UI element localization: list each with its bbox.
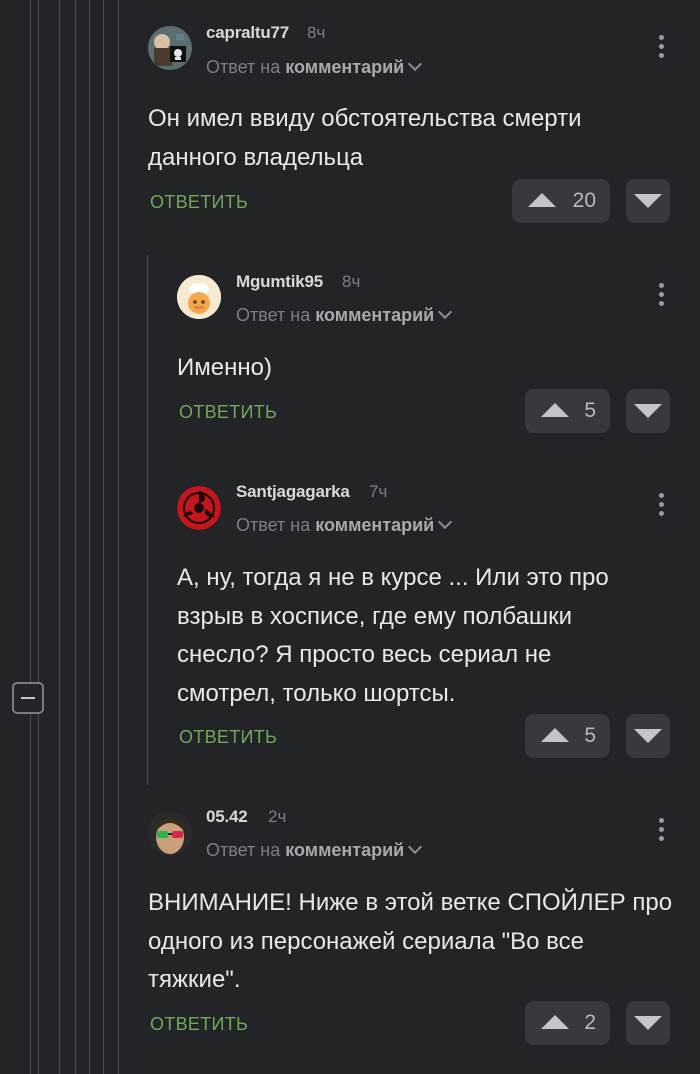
reply-button[interactable]: ОТВЕТИТЬ: [179, 402, 277, 423]
comment-text: Он имел ввиду обстоятельства смерти данн…: [148, 105, 582, 171]
more-options-icon[interactable]: [659, 35, 665, 63]
sunglasses-avatar-icon: [148, 811, 192, 855]
upvote-button[interactable]: 2: [525, 1001, 610, 1045]
thread-line: [75, 0, 76, 1074]
avatar[interactable]: [148, 26, 192, 70]
chef-avatar-icon: [177, 275, 221, 319]
comment-text: ВНИМАНИЕ! Ниже в этой ветке СПОЙЛЕР про …: [148, 889, 673, 993]
comment-time: 8ч: [307, 23, 326, 42]
chevron-down-icon: [438, 514, 453, 530]
rating-count: 2: [584, 1011, 596, 1034]
thread-line: [103, 0, 104, 1074]
avatar[interactable]: [177, 275, 221, 319]
upvote-button[interactable]: 5: [525, 714, 610, 758]
arrow-up-icon: [541, 1015, 569, 1029]
arrow-up-icon: [528, 193, 556, 207]
rating-count: 20: [572, 189, 596, 212]
comment-time: 8ч: [342, 272, 361, 291]
reply-to-prefix: Ответ на: [236, 515, 311, 535]
more-options-icon[interactable]: [659, 493, 665, 521]
arrow-down-icon: [634, 404, 662, 418]
thread-line: [30, 714, 31, 1074]
arrow-down-icon: [634, 729, 662, 743]
reply-button[interactable]: ОТВЕТИТЬ: [150, 1014, 248, 1035]
reply-to-prefix: Ответ на: [236, 305, 311, 325]
downvote-button[interactable]: [626, 389, 670, 433]
reply-button[interactable]: ОТВЕТИТЬ: [179, 727, 277, 748]
downvote-button[interactable]: [626, 1001, 670, 1045]
rating-count: 5: [584, 399, 596, 422]
avatar[interactable]: [177, 486, 221, 530]
chevron-down-icon: [408, 839, 423, 855]
downvote-button[interactable]: [626, 179, 670, 223]
skull-avatar-icon: [148, 26, 192, 70]
arrow-up-icon: [541, 403, 569, 417]
more-options-icon[interactable]: [659, 818, 665, 846]
reply-to-link[interactable]: Ответ на комментарий: [236, 514, 453, 536]
downvote-button[interactable]: [626, 714, 670, 758]
comment-text: Именно): [177, 354, 272, 381]
chevron-down-icon: [438, 304, 453, 320]
comment-author[interactable]: capraltu77: [206, 23, 289, 43]
collapse-thread-button[interactable]: [12, 682, 44, 714]
comment-time: 7ч: [369, 482, 388, 501]
comment-text: А, ну, тогда я не в курсе ... Или это пр…: [177, 564, 609, 707]
sharingan-avatar-icon: [177, 486, 221, 530]
comment-author[interactable]: Santjagagarka: [236, 482, 350, 502]
comment-author[interactable]: Mgumtik95: [236, 272, 323, 292]
reply-button[interactable]: ОТВЕТИТЬ: [150, 192, 248, 213]
comment-time: 2ч: [268, 807, 287, 826]
thread-line: [30, 0, 31, 682]
upvote-button[interactable]: 5: [525, 389, 610, 433]
reply-to-target: комментарий: [315, 305, 435, 325]
arrow-down-icon: [634, 194, 662, 208]
reply-to-link[interactable]: Ответ на комментарий: [236, 304, 453, 326]
thread-line: [147, 255, 148, 785]
reply-to-link[interactable]: Ответ на комментарий: [206, 56, 423, 78]
thread-line: [118, 0, 119, 1074]
reply-to-prefix: Ответ на: [206, 840, 281, 860]
rating-count: 5: [584, 724, 596, 747]
thread-line: [59, 0, 60, 1074]
thread-line: [38, 0, 39, 682]
avatar[interactable]: [148, 811, 192, 855]
minus-icon: [21, 697, 35, 699]
more-options-icon[interactable]: [659, 283, 665, 311]
reply-to-target: комментарий: [285, 840, 405, 860]
thread-line: [38, 714, 39, 1074]
upvote-button[interactable]: 20: [512, 179, 610, 223]
reply-to-target: комментарий: [285, 57, 405, 77]
arrow-up-icon: [541, 728, 569, 742]
chevron-down-icon: [408, 56, 423, 72]
thread-line: [89, 0, 90, 1074]
reply-to-target: комментарий: [315, 515, 435, 535]
reply-to-prefix: Ответ на: [206, 57, 281, 77]
comment-author[interactable]: 05.42: [206, 807, 248, 827]
reply-to-link[interactable]: Ответ на комментарий: [206, 839, 423, 861]
arrow-down-icon: [634, 1016, 662, 1030]
